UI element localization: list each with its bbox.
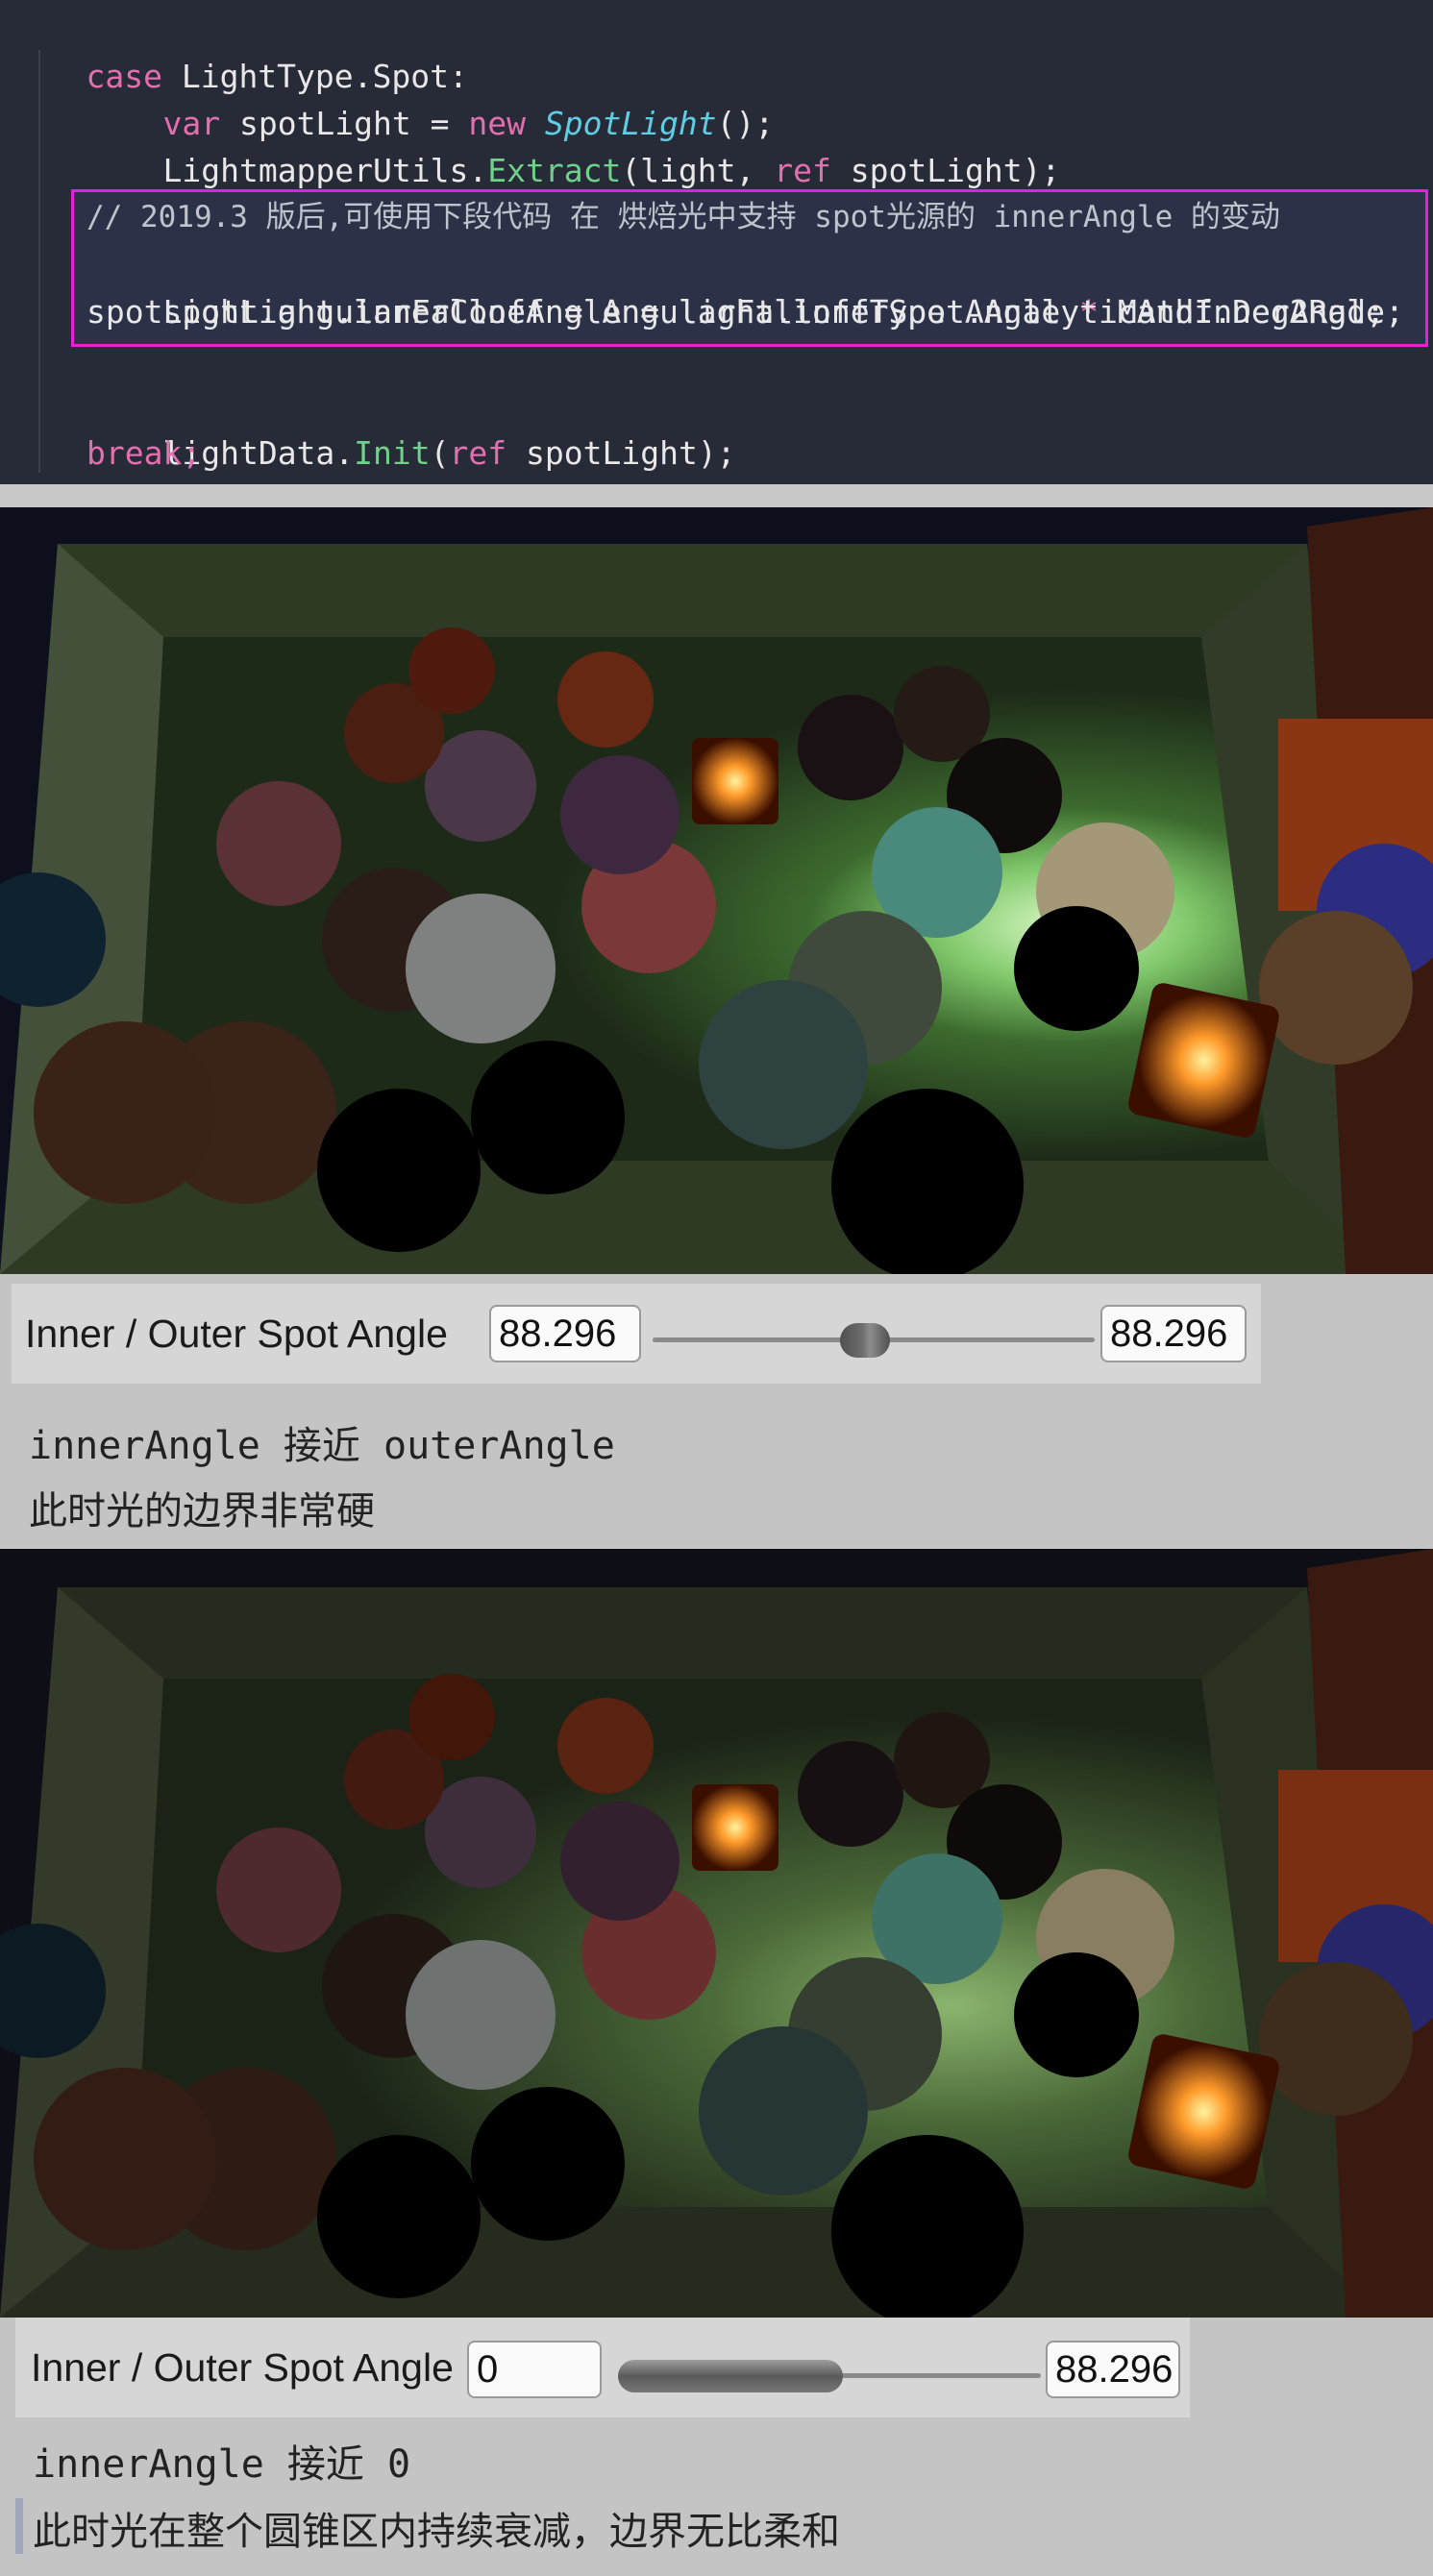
field-label: Inner / Outer Spot Angle (25, 1311, 448, 1356)
outer-angle-field[interactable]: 88.296 (1100, 1305, 1247, 1362)
code-text: spotLight); (506, 434, 736, 472)
code-text: ( (430, 434, 450, 472)
caption-1-line-2: 此时光的边界非常硬 (29, 1489, 375, 1533)
scene-render-soft (0, 1549, 1433, 2318)
code-text: LightmapperUtils. (162, 152, 488, 189)
code-line-8: break; (86, 434, 202, 472)
code-line-5: spotLight.innerConeAngle = light.innerSp… (86, 241, 1385, 331)
caption-2-line-1: innerAngle 接近 0 (33, 2442, 411, 2487)
code-text: spotLight); (830, 152, 1061, 189)
inspector-row-spot-angle: Inner / Outer Spot Angle 0 88.296 (15, 2318, 1190, 2417)
scene-render-hard (0, 507, 1433, 1274)
inner-angle-field[interactable]: 88.296 (489, 1305, 641, 1362)
code-block: case LightType.Spot: var spotLight = new… (0, 0, 1433, 484)
code-text: (light, (621, 152, 775, 189)
code-keyword: ref (449, 434, 507, 472)
code-line-1: case LightType.Spot: (10, 6, 467, 95)
code-function: Extract (487, 152, 622, 189)
text-cursor-marker (15, 2498, 23, 2554)
inspector-row-spot-angle: Inner / Outer Spot Angle 88.296 88.296 (12, 1284, 1261, 1384)
angle-slider-range[interactable] (618, 2360, 843, 2392)
inner-angle-field[interactable]: 0 (467, 2341, 602, 2398)
code-line-2: var spotLight = new SpotLight(); (86, 53, 774, 142)
code-line-3: LightmapperUtils.Extract(light, ref spot… (86, 100, 1060, 189)
caption-2-line-2: 此时光在整个圆锥区内持续衰减，边界无比柔和 (33, 2510, 840, 2554)
field-label: Inner / Outer Spot Angle (31, 2344, 454, 2390)
code-line-6: spotLight.angularFalloff = AngularFallof… (86, 293, 1404, 331)
angle-slider-handle[interactable] (840, 1323, 890, 1358)
code-line-7: lightData.Init(ref spotLight); (86, 382, 735, 472)
code-keyword: ref (774, 152, 831, 189)
divider (0, 484, 1433, 507)
outer-angle-field[interactable]: 88.296 (1046, 2341, 1180, 2398)
code-comment: // 2019.3 版后,可使用下段代码 在 烘焙光中支持 spot光源的 in… (86, 200, 1280, 234)
code-function: Init (354, 434, 431, 472)
caption-1-line-1: innerAngle 接近 outerAngle (29, 1424, 615, 1468)
